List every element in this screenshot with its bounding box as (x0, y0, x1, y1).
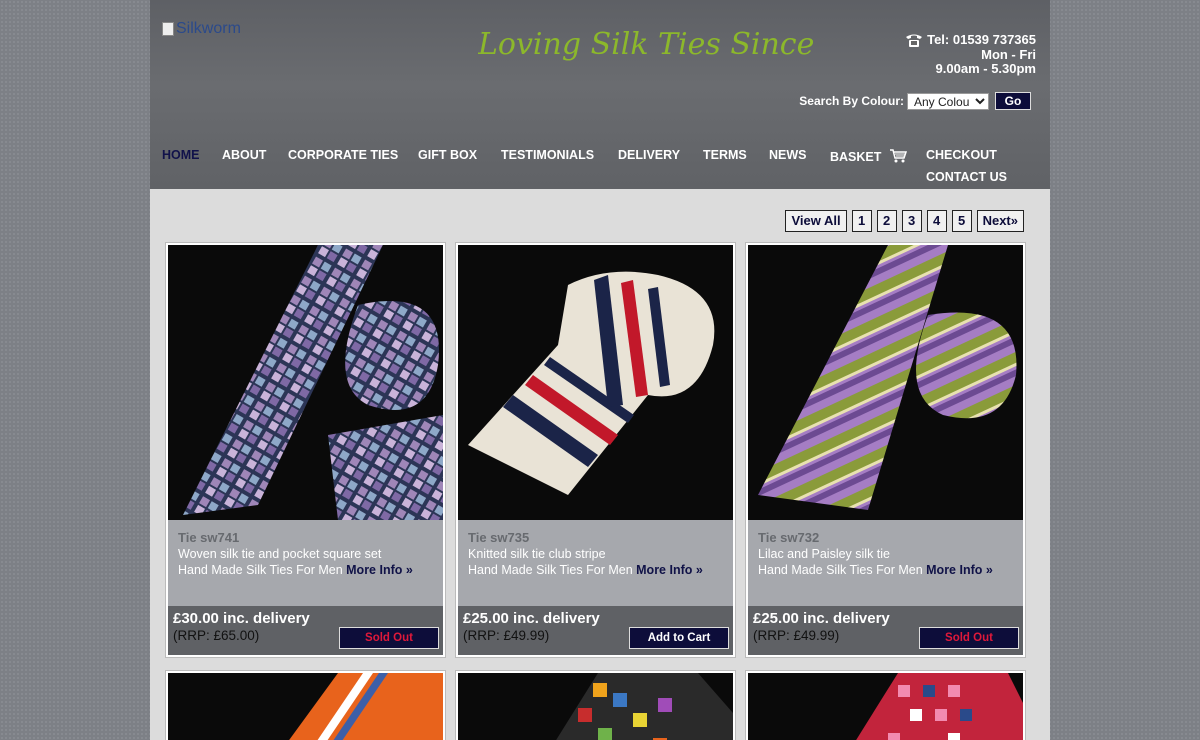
product-card: Tie sw741 Woven silk tie and pocket squa… (165, 242, 446, 658)
product-price-bar: £25.00 inc. delivery (RRP: £49.99) Sold … (748, 606, 1023, 655)
product-price: £25.00 inc. delivery (463, 610, 600, 627)
product-subtitle: Hand Made Silk Ties For Men (758, 563, 923, 577)
product-code: Tie sw732 (758, 530, 820, 545)
lilac-paisley-tie-photo-icon (748, 245, 1023, 520)
telephone-icon (906, 34, 923, 47)
opening-hours: 9.00am - 5.30pm (935, 61, 1036, 76)
nav-gift-box[interactable]: GIFT BOX (418, 148, 477, 162)
page-4-button[interactable]: 4 (926, 210, 947, 232)
more-info-link[interactable]: More Info » (926, 563, 993, 577)
product-subtitle-row: Hand Made Silk Ties For Men More Info » (178, 562, 433, 578)
product-price-bar: £30.00 inc. delivery (RRP: £65.00) Sold … (168, 606, 443, 655)
product-info: Tie sw735 Knitted silk tie club stripe H… (458, 520, 733, 606)
nav-checkout[interactable]: CHECKOUT (926, 148, 997, 162)
product-image[interactable] (458, 245, 733, 520)
red-pink-check-tie-photo-icon (748, 673, 1023, 740)
product-image[interactable] (168, 673, 443, 740)
nav-basket-label: BASKET (830, 150, 882, 164)
product-image[interactable] (748, 673, 1023, 740)
product-info: Tie sw732 Lilac and Paisley silk tie Han… (748, 520, 1023, 606)
product-price-bar: £25.00 inc. delivery (RRP: £49.99) Add t… (458, 606, 733, 655)
page: Silkworm Loving Silk Ties Since 1993 Tel… (150, 0, 1050, 740)
go-button[interactable]: Go (995, 92, 1031, 110)
tagline: Loving Silk Ties Since 1993 (478, 27, 818, 62)
opening-days: Mon - Fri (981, 47, 1036, 62)
product-card (745, 670, 1026, 740)
product-subtitle: Hand Made Silk Ties For Men (468, 563, 633, 577)
product-price: £30.00 inc. delivery (173, 610, 310, 627)
product-image[interactable] (748, 245, 1023, 520)
nav-terms[interactable]: TERMS (703, 148, 747, 162)
product-card (455, 670, 736, 740)
page-3-button[interactable]: 3 (901, 210, 922, 232)
product-title: Woven silk tie and pocket square set (178, 547, 382, 561)
pagination: View All 1 2 3 4 5 Next» (785, 210, 1024, 232)
sold-out-button[interactable]: Sold Out (339, 627, 439, 649)
more-info-link[interactable]: More Info » (636, 563, 703, 577)
next-page-button[interactable]: Next» (976, 210, 1024, 232)
nav-basket[interactable]: BASKET (830, 148, 907, 164)
logo-alt-text: Silkworm (176, 20, 241, 37)
product-card: Tie sw732 Lilac and Paisley silk tie Han… (745, 242, 1026, 658)
shopping-cart-icon (889, 149, 907, 163)
nav-home[interactable]: HOME (162, 148, 200, 162)
broken-image-icon (162, 22, 174, 36)
nav-news[interactable]: NEWS (769, 148, 807, 162)
product-title: Knitted silk tie club stripe (468, 547, 606, 561)
logo[interactable]: Silkworm (162, 20, 241, 38)
orange-striped-tie-photo-icon (168, 673, 443, 740)
sold-out-button[interactable]: Sold Out (919, 627, 1019, 649)
multicolour-squares-tie-photo-icon (458, 673, 733, 740)
nav-about[interactable]: ABOUT (222, 148, 266, 162)
contact-info: Tel: 01539 737365 Mon - Fri 9.00am - 5.3… (904, 32, 1036, 76)
page-5-button[interactable]: 5 (951, 210, 972, 232)
cream-knitted-striped-tie-photo-icon (458, 245, 733, 520)
page-2-button[interactable]: 2 (876, 210, 897, 232)
add-to-cart-button[interactable]: Add to Cart (629, 627, 729, 649)
search-label: Search By Colour: (799, 94, 904, 108)
view-all-button[interactable]: View All (785, 210, 847, 232)
nav-delivery[interactable]: DELIVERY (618, 148, 680, 162)
product-code: Tie sw741 (178, 530, 240, 545)
product-card (165, 670, 446, 740)
header: Silkworm Loving Silk Ties Since 1993 Tel… (150, 0, 1050, 189)
product-price: £25.00 inc. delivery (753, 610, 890, 627)
product-card: Tie sw735 Knitted silk tie club stripe H… (455, 242, 736, 658)
product-image[interactable] (458, 673, 733, 740)
colour-search: Search By Colour: Any Colour Go (799, 92, 1031, 110)
nav-testimonials[interactable]: TESTIMONIALS (501, 148, 594, 162)
product-code: Tie sw735 (468, 530, 530, 545)
nav-corporate-ties[interactable]: CORPORATE TIES (288, 148, 398, 162)
nav-contact-us[interactable]: CONTACT US (926, 170, 1007, 184)
product-title: Lilac and Paisley silk tie (758, 547, 891, 561)
product-subtitle: Hand Made Silk Ties For Men (178, 563, 343, 577)
tagline-text: Loving Silk Ties Since 1993 (478, 27, 818, 62)
phone-number: Tel: 01539 737365 (927, 32, 1036, 47)
product-info: Tie sw741 Woven silk tie and pocket squa… (168, 520, 443, 606)
colour-select[interactable]: Any Colour (907, 92, 989, 110)
page-1-button[interactable]: 1 (851, 210, 872, 232)
product-subtitle-row: Hand Made Silk Ties For Men More Info » (758, 562, 1013, 578)
product-subtitle-row: Hand Made Silk Ties For Men More Info » (468, 562, 723, 578)
product-image[interactable] (168, 245, 443, 520)
more-info-link[interactable]: More Info » (346, 563, 413, 577)
purple-blue-flower-tie-photo-icon (168, 245, 443, 520)
